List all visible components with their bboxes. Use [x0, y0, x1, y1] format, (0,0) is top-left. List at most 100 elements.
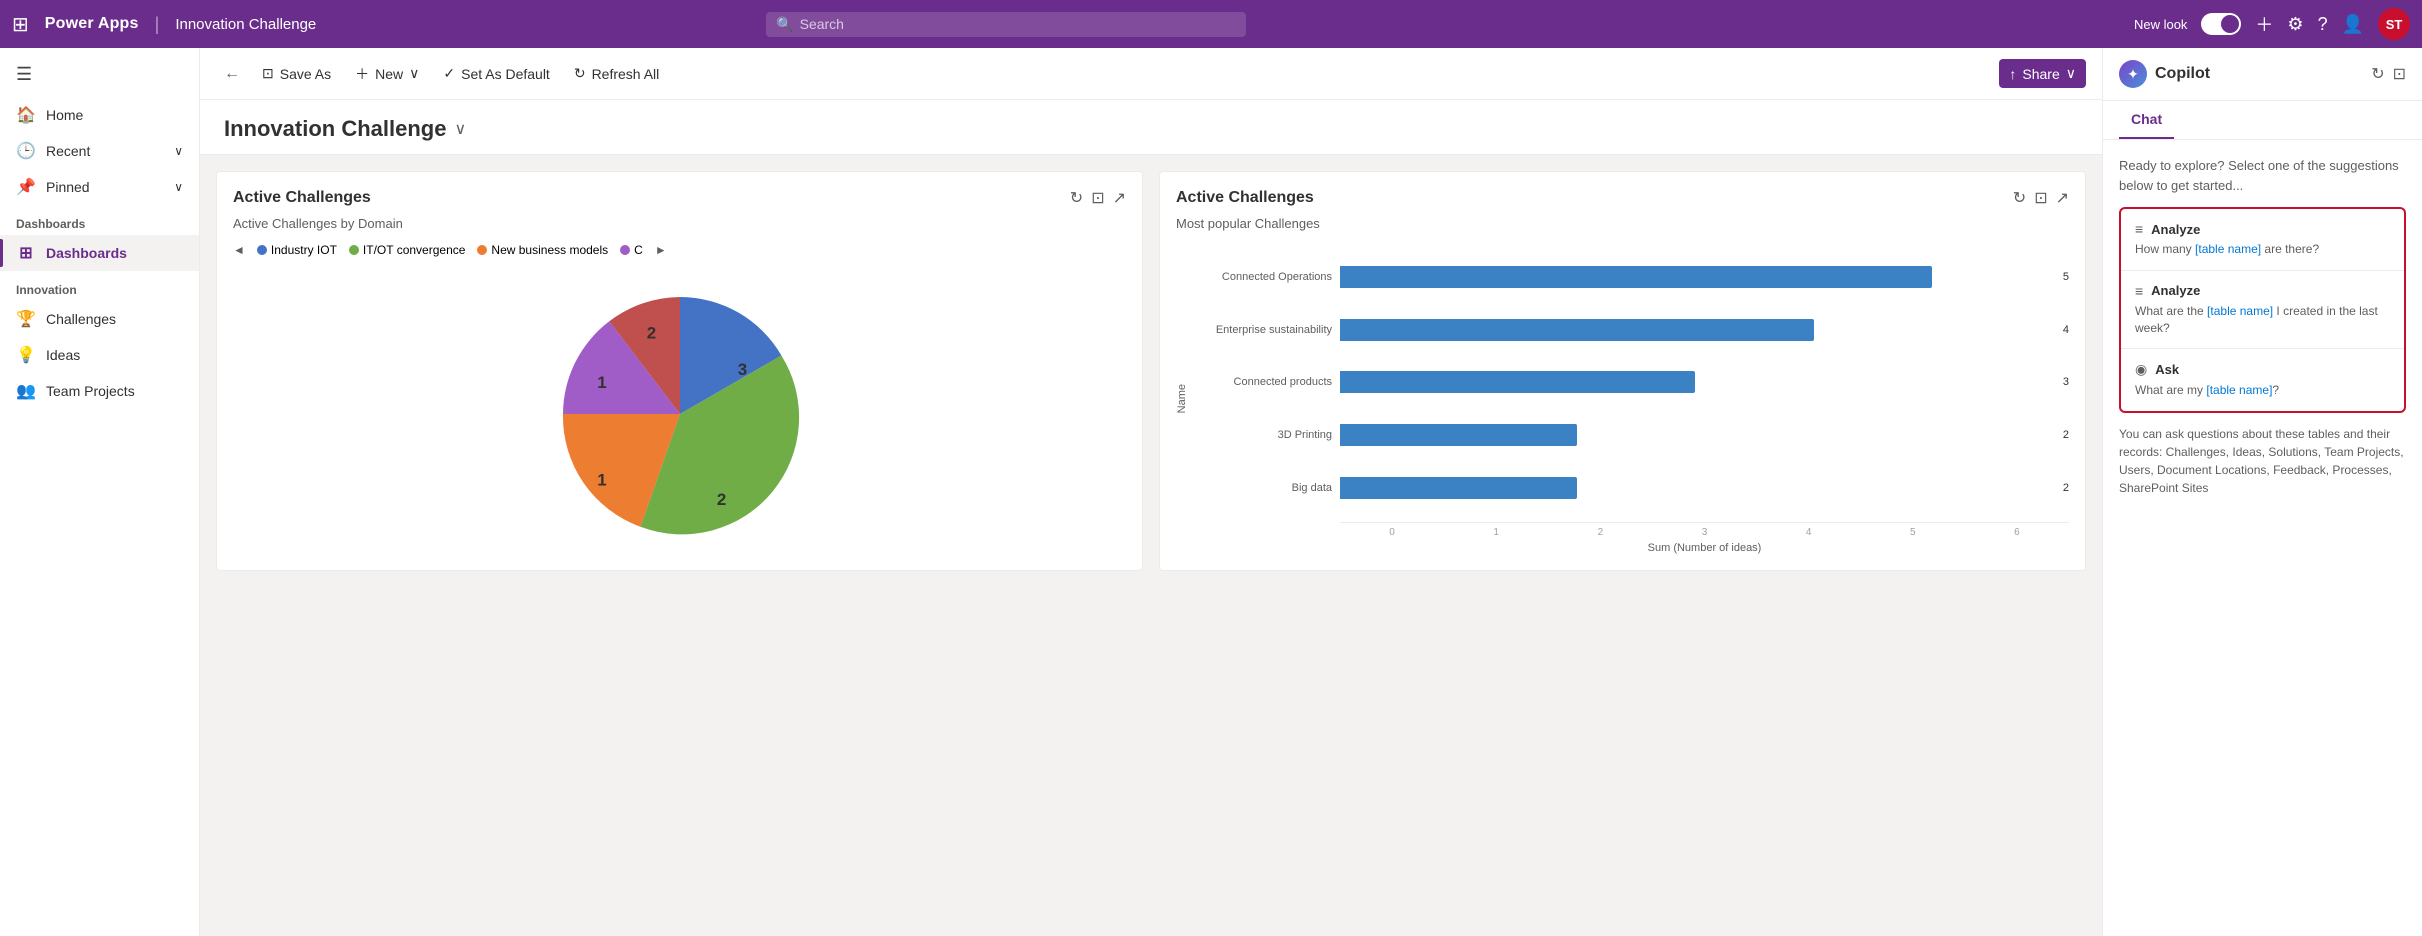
refresh-icon: ↻ — [574, 65, 586, 82]
toolbar: ← ⊡ Save As ＋ New ∨ ✓ Set As Default ↻ R… — [200, 48, 2102, 100]
chart2-icons: ↻ ⊡ ↗ — [2013, 188, 2069, 208]
profile-icon[interactable]: 👤 — [2342, 14, 2364, 35]
dashboard-title-chevron-icon[interactable]: ∨ — [454, 119, 466, 139]
bar-value-2: 4 — [2063, 324, 2069, 336]
suggestion-text-1: How many [table name] are there? — [2135, 241, 2390, 258]
chart2-title: Active Challenges — [1176, 189, 1314, 207]
copilot-title: Copilot — [2155, 65, 2363, 83]
avatar[interactable]: ST — [2378, 8, 2410, 40]
sidebar-item-label: Home — [46, 107, 83, 123]
dropdown-icon: ∨ — [409, 65, 419, 82]
bar-track-3 — [1340, 371, 2051, 393]
legend-item-3: New business models — [477, 243, 608, 257]
pie-chart: 3 2 1 1 2 — [233, 273, 1126, 554]
search-input[interactable] — [800, 16, 1237, 32]
new-look-label: New look — [2134, 17, 2187, 32]
copilot-panel: ✦ Copilot ↻ ⊡ Chat Ready to explore? Sel… — [2102, 48, 2422, 936]
bar-fill-1 — [1340, 266, 1932, 288]
team-projects-icon: 👥 — [16, 381, 36, 401]
dashboards-section-label: Dashboards — [0, 205, 199, 235]
sidebar-item-label: Challenges — [46, 311, 116, 327]
dashboard-title: Innovation Challenge — [224, 116, 446, 142]
svg-text:1: 1 — [597, 373, 606, 392]
expand-chart-icon[interactable]: ⊡ — [1091, 188, 1104, 208]
charts-row: Active Challenges ↻ ⊡ ↗ Active Challenge… — [200, 155, 2102, 587]
legend-label-3: New business models — [491, 243, 608, 257]
bar-label-5: Big data — [1192, 482, 1332, 494]
share-button[interactable]: ↑ Share ∨ — [1999, 59, 2086, 88]
table-name-link-1[interactable]: [table name] — [2195, 242, 2261, 256]
sidebar-item-team-projects[interactable]: 👥 Team Projects — [0, 373, 199, 409]
active-challenges-pie-card: Active Challenges ↻ ⊡ ↗ Active Challenge… — [216, 171, 1143, 571]
svg-text:1: 1 — [597, 470, 606, 489]
legend-item-1: Industry IOT — [257, 243, 337, 257]
bar-chart-axis: 0 1 2 3 4 5 6 — [1340, 522, 2069, 538]
copilot-content: Ready to explore? Select one of the sugg… — [2103, 140, 2422, 936]
help-icon[interactable]: ? — [2318, 14, 2328, 35]
bar-fill-3 — [1340, 371, 1695, 393]
bar-value-4: 2 — [2063, 429, 2069, 441]
sidebar-item-ideas[interactable]: 💡 Ideas — [0, 337, 199, 373]
sidebar-item-pinned[interactable]: 📌 Pinned ∨ — [0, 169, 199, 205]
copilot-header-icons: ↻ ⊡ — [2371, 64, 2406, 84]
chevron-down-icon: ∨ — [174, 180, 183, 194]
bar-label-3: Connected products — [1192, 376, 1332, 388]
sidebar-item-home[interactable]: 🏠 Home — [0, 97, 199, 133]
bar-row-3: Connected products 3 — [1192, 371, 2069, 393]
refresh-all-button[interactable]: ↻ Refresh All — [564, 59, 669, 88]
table-name-link-2[interactable]: [table name] — [2207, 304, 2273, 318]
suggestion-2[interactable]: ≡ Analyze What are the [table name] I cr… — [2121, 271, 2404, 350]
grid-icon[interactable]: ⊞ — [12, 12, 29, 37]
dashboard-area: Innovation Challenge ∨ Active Challenges… — [200, 100, 2102, 936]
chart-card-header: Active Challenges ↻ ⊡ ↗ — [233, 188, 1126, 208]
bar-track-2 — [1340, 319, 2051, 341]
suggestion-1[interactable]: ≡ Analyze How many [table name] are ther… — [2121, 209, 2404, 271]
external-link2-icon[interactable]: ↗ — [2056, 188, 2069, 208]
sidebar-item-recent[interactable]: 🕒 Recent ∨ — [0, 133, 199, 169]
dashboard-header: Innovation Challenge ∨ — [200, 100, 2102, 155]
new-button[interactable]: ＋ New ∨ — [345, 58, 429, 90]
sidebar-item-challenges[interactable]: 🏆 Challenges — [0, 301, 199, 337]
chart1-icons: ↻ ⊡ ↗ — [1070, 188, 1126, 208]
tab-chat[interactable]: Chat — [2119, 101, 2174, 139]
suggestion-3[interactable]: ◉ Ask What are my [table name]? — [2121, 349, 2404, 411]
sidebar-item-label: Dashboards — [46, 245, 127, 261]
sidebar-collapse-button[interactable]: ☰ — [0, 56, 199, 93]
suggestion-type-2: Analyze — [2151, 283, 2200, 298]
svg-text:2: 2 — [716, 490, 725, 509]
search-bar[interactable]: 🔍 — [766, 12, 1246, 37]
bar-track-1 — [1340, 266, 2051, 288]
top-navigation: ⊞ Power Apps | Innovation Challenge 🔍 Ne… — [0, 0, 2422, 48]
bar-chart: Name Connected Operations 5 — [1176, 243, 2069, 554]
bar-value-3: 3 — [2063, 376, 2069, 388]
legend-item-2: IT/OT convergence — [349, 243, 466, 257]
sidebar-item-label: Pinned — [46, 179, 90, 195]
bar-track-5 — [1340, 477, 2051, 499]
save-as-button[interactable]: ⊡ Save As — [252, 59, 341, 88]
copilot-settings-icon[interactable]: ⊡ — [2393, 64, 2406, 84]
refresh-chart2-icon[interactable]: ↻ — [2013, 188, 2026, 208]
refresh-chart-icon[interactable]: ↻ — [1070, 188, 1083, 208]
bar-label-4: 3D Printing — [1192, 429, 1332, 441]
share-icon: ↑ — [2009, 66, 2016, 82]
chart1-subtitle: Active Challenges by Domain — [233, 216, 1126, 231]
expand-chart2-icon[interactable]: ⊡ — [2034, 188, 2047, 208]
legend-dot-2 — [349, 245, 359, 255]
back-button[interactable]: ← — [216, 59, 248, 89]
table-name-link-3[interactable]: [table name] — [2206, 383, 2272, 397]
settings-icon[interactable]: ⚙ — [2287, 14, 2303, 35]
add-icon[interactable]: ＋ — [2255, 11, 2273, 37]
app-context: Innovation Challenge — [175, 16, 316, 33]
bar-label-2: Enterprise sustainability — [1192, 324, 1332, 336]
copilot-refresh-icon[interactable]: ↻ — [2371, 64, 2384, 84]
suggestion-text-3: What are my [table name]? — [2135, 382, 2390, 399]
recent-icon: 🕒 — [16, 141, 36, 161]
innovation-section-label: Innovation — [0, 271, 199, 301]
external-link-icon[interactable]: ↗ — [1113, 188, 1126, 208]
topnav-right: New look ＋ ⚙ ? 👤 ST — [2134, 8, 2410, 40]
set-as-default-button[interactable]: ✓ Set As Default — [433, 59, 559, 88]
chart2-subtitle: Most popular Challenges — [1176, 216, 2069, 231]
sidebar-item-dashboards[interactable]: ⊞ Dashboards — [0, 235, 199, 271]
new-look-toggle[interactable] — [2201, 13, 2241, 35]
suggestion-text-2: What are the [table name] I created in t… — [2135, 303, 2390, 337]
